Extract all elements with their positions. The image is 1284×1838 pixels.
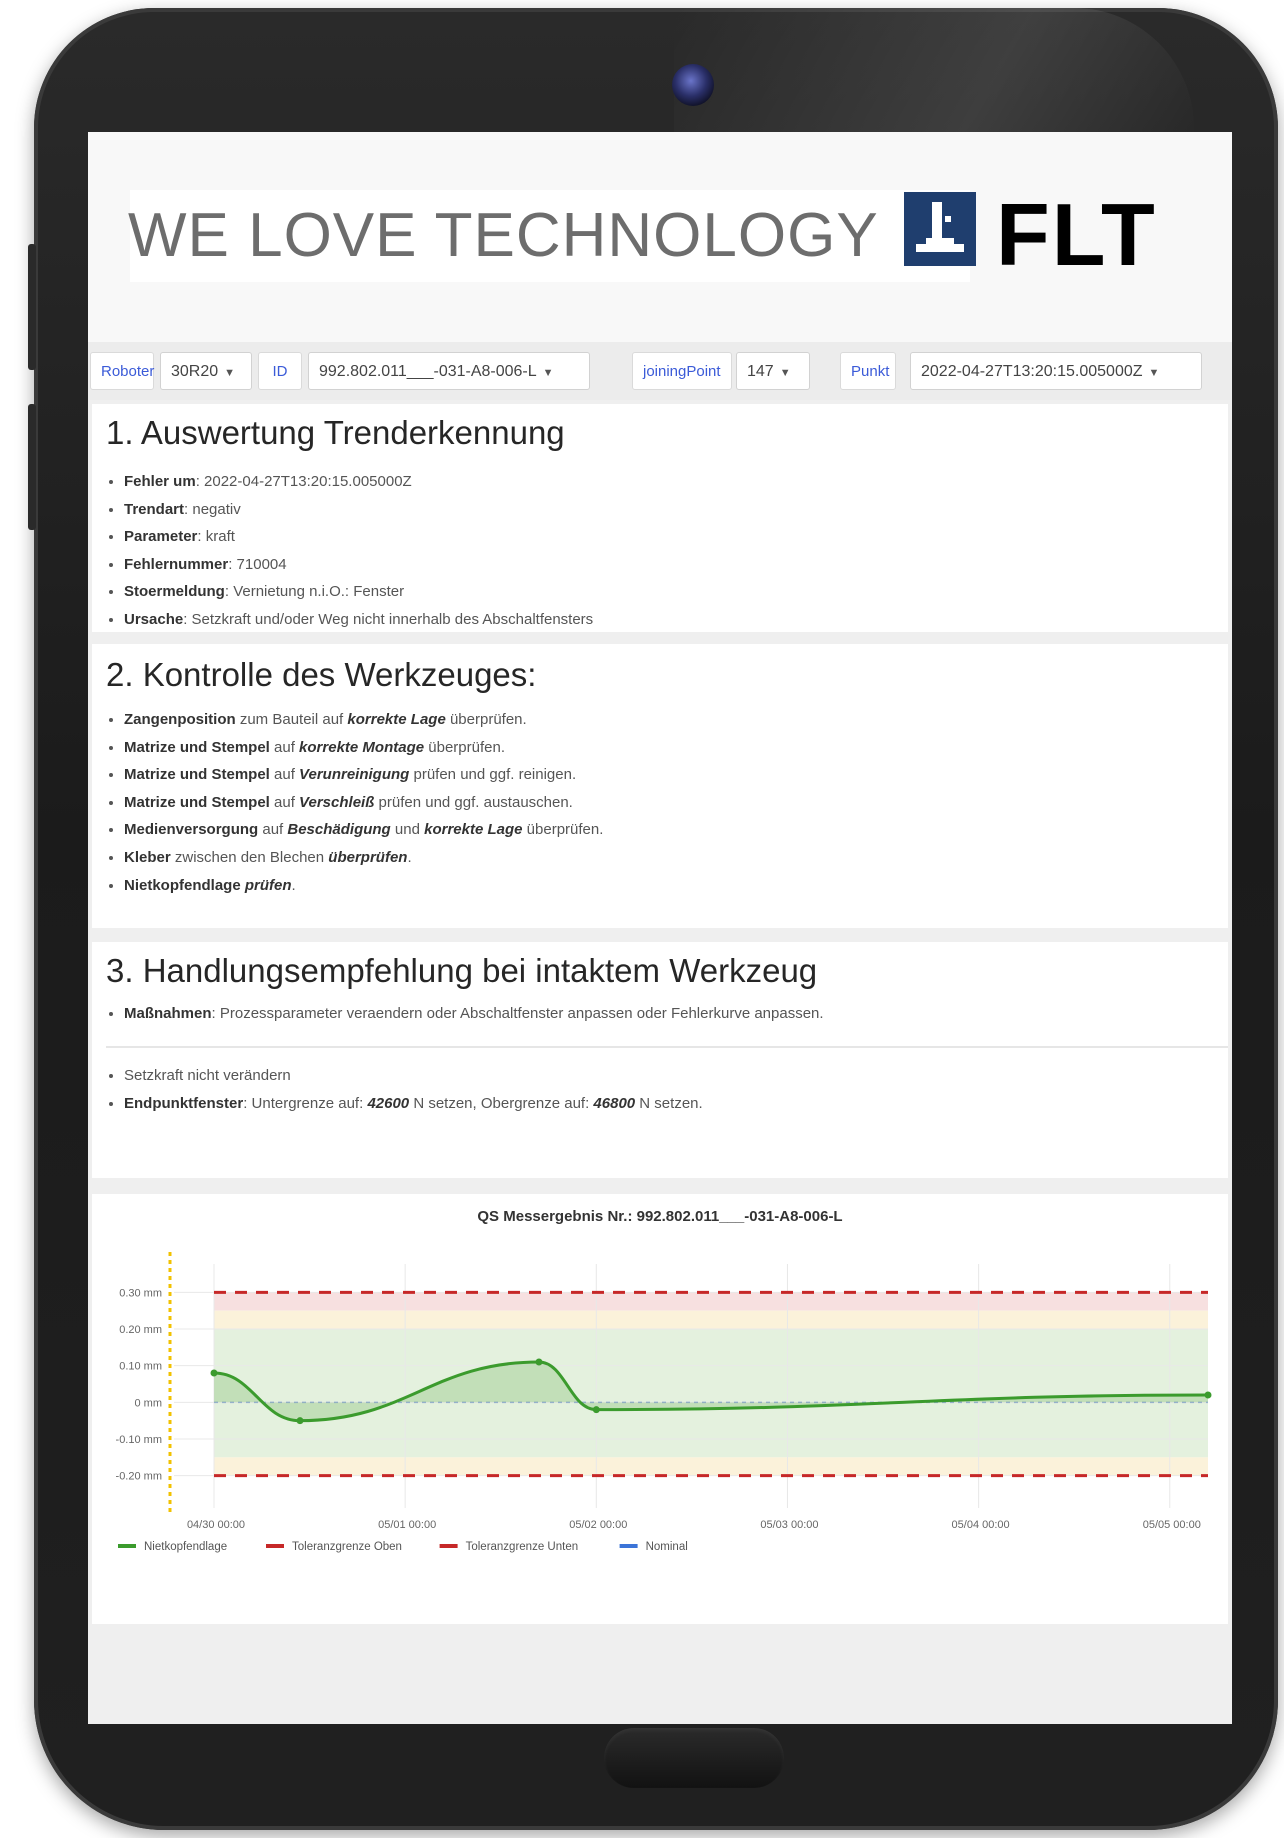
robot-select-value: 30R20 [171, 363, 219, 380]
volume-button[interactable] [28, 404, 36, 530]
panel-recommendation: 3. Handlungsempfehlung bei intaktem Werk… [92, 942, 1228, 1178]
flt-logo-text: FLT [996, 185, 1157, 284]
section-title: 3. Handlungsempfehlung bei intaktem Werk… [106, 952, 818, 989]
filter-label-punkt: Punkt [840, 352, 896, 390]
data-point [592, 1406, 600, 1414]
chevron-down-icon: ▼ [224, 367, 236, 379]
data-point [1204, 1391, 1212, 1399]
x-tick-label: 05/02 00:00 [569, 1519, 627, 1531]
list-item: Medienversorgung auf Beschädigung und ko… [124, 816, 603, 844]
dashboard-screen: WE LOVE TECHNOLOGY FLT Roboter 30R20 ▼ ID… [88, 132, 1232, 1724]
list-item: Fehler um: 2022-04-27T13:20:15.005000Z [124, 468, 593, 496]
brand-header: WE LOVE TECHNOLOGY FLT [88, 132, 1232, 342]
list-item: Matrize und Stempel auf Verunreinigung p… [124, 761, 603, 789]
measures-list: Maßnahmen: Prozessparameter veraendern o… [106, 1000, 824, 1028]
divider [106, 1046, 1228, 1048]
joiningpoint-select-value: 147 [747, 363, 774, 380]
flt-logo: FLT [904, 185, 1168, 284]
chevron-down-icon: ▼ [1148, 367, 1160, 379]
list-item: Endpunktfenster: Untergrenze auf: 42600 … [124, 1090, 703, 1118]
x-tick-label: 05/01 00:00 [378, 1519, 436, 1531]
filter-label-id: ID [258, 352, 302, 390]
y-tick-label: -0.20 mm [116, 1471, 162, 1483]
list-item: Setzkraft nicht verändern [124, 1062, 703, 1090]
volume-button[interactable] [28, 244, 36, 370]
robot-select[interactable]: 30R20 ▼ [160, 352, 252, 390]
recommendation-list: Setzkraft nicht verändern Endpunktfenste… [106, 1062, 703, 1117]
y-tick-label: 0 mm [135, 1397, 163, 1409]
id-select[interactable]: 992.802.011___-031-A8-006-L ▼ [308, 352, 590, 390]
x-tick-label: 05/03 00:00 [760, 1519, 818, 1531]
home-button[interactable] [604, 1728, 784, 1788]
band-ok [214, 1329, 1208, 1458]
flt-logo-mark-icon [904, 192, 976, 266]
legend-item: Toleranzgrenze Oben [292, 1541, 402, 1553]
panel-tool-check: 2. Kontrolle des Werkzeuges: Zangenposit… [92, 644, 1228, 928]
y-tick-label: -0.10 mm [116, 1434, 162, 1446]
band-upper-warning [214, 1310, 1208, 1329]
punkt-select[interactable]: 2022-04-27T13:20:15.005000Z ▼ [910, 352, 1202, 390]
list-item: Trendart: negativ [124, 496, 593, 524]
list-item: Maßnahmen: Prozessparameter veraendern o… [124, 1000, 824, 1028]
chevron-down-icon: ▼ [779, 367, 791, 379]
filter-label-joiningpoint: joiningPoint [632, 352, 732, 390]
chevron-down-icon: ▼ [542, 367, 554, 379]
panel-trend-evaluation: 1. Auswertung Trenderkennung Fehler um: … [92, 404, 1228, 632]
tool-check-list: Zangenposition zum Bauteil auf korrekte … [106, 706, 603, 899]
list-item: Ursache: Setzkraft und/oder Weg nicht in… [124, 606, 593, 634]
list-item: Stoermeldung: Vernietung n.i.O.: Fenster [124, 578, 593, 606]
list-item: Zangenposition zum Bauteil auf korrekte … [124, 706, 603, 734]
section-title: 2. Kontrolle des Werkzeuges: [106, 656, 537, 693]
x-tick-label: 04/30 00:00 [187, 1519, 245, 1531]
list-item: Matrize und Stempel auf korrekte Montage… [124, 734, 603, 762]
band-lower-warning [214, 1457, 1208, 1476]
legend-item: Nominal [646, 1541, 688, 1553]
list-item: Fehlernummer: 710004 [124, 551, 593, 579]
filter-label-roboter: Roboter [90, 352, 154, 390]
list-item: Nietkopfendlage prüfen. [124, 872, 603, 900]
list-item: Parameter: kraft [124, 523, 593, 551]
x-tick-label: 05/05 00:00 [1143, 1519, 1201, 1531]
legend-item: Nietkopfendlage [144, 1541, 227, 1553]
slogan-text: WE LOVE TECHNOLOGY [128, 201, 879, 270]
frame-gloss [674, 8, 1194, 148]
trend-details-list: Fehler um: 2022-04-27T13:20:15.005000Z T… [106, 468, 593, 634]
list-item: Kleber zwischen den Blechen überprüfen. [124, 844, 603, 872]
joiningpoint-select[interactable]: 147 ▼ [736, 352, 810, 390]
data-point [535, 1358, 543, 1366]
y-tick-label: 0.10 mm [119, 1361, 162, 1373]
filter-bar: Roboter 30R20 ▼ ID 992.802.011___-031-A8-… [88, 342, 1232, 400]
punkt-select-value: 2022-04-27T13:20:15.005000Z [921, 363, 1143, 380]
y-tick-label: 0.30 mm [119, 1287, 162, 1299]
measurement-chart: 0.30 mm 0.20 mm 0.10 mm 0 mm -0.10 mm -0.20 m… [116, 1252, 1212, 1553]
y-tick-label: 0.20 mm [119, 1324, 162, 1336]
id-select-value: 992.802.011___-031-A8-006-L [319, 363, 537, 380]
panel-chart: QS Messergebnis Nr.: 992.802.011___-031-… [92, 1194, 1228, 1624]
camera-lens-icon [672, 64, 714, 106]
legend-item: Toleranzgrenze Unten [466, 1541, 579, 1553]
x-tick-label: 05/04 00:00 [952, 1519, 1010, 1531]
data-point [210, 1369, 218, 1377]
data-point [296, 1417, 304, 1425]
list-item: Matrize und Stempel auf Verschleiß prüfe… [124, 789, 603, 817]
band-upper-critical [214, 1292, 1208, 1311]
section-title: 1. Auswertung Trenderkennung [106, 414, 565, 451]
